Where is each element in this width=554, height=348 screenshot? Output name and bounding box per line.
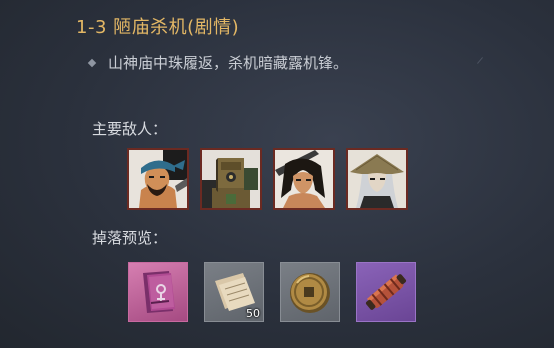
drop-item-2[interactable]: 50 bbox=[204, 262, 264, 322]
drop-item-1[interactable] bbox=[128, 262, 188, 322]
drops-label: 掉落预览： bbox=[92, 229, 168, 247]
drop-item-3[interactable] bbox=[280, 262, 340, 322]
straw-hat-assassin-portrait-icon bbox=[348, 150, 406, 208]
enemies-label: 主要敌人： bbox=[92, 120, 168, 138]
stage-description-text: 山神庙中珠履返，杀机暗藏露机锋。 bbox=[108, 54, 349, 72]
diamond-bullet-icon bbox=[88, 59, 96, 67]
drop-item-count: 50 bbox=[246, 307, 260, 320]
bronze-coin-icon bbox=[290, 273, 330, 313]
wooden-automaton-portrait-icon bbox=[202, 150, 260, 208]
bandana-brute-portrait-icon bbox=[129, 150, 187, 208]
drop-list: 50 bbox=[128, 262, 416, 322]
enemy-portrait-2[interactable] bbox=[200, 148, 262, 210]
enemy-list bbox=[127, 148, 408, 210]
decorative-stroke bbox=[477, 57, 483, 64]
stage-title: 1-3 陋庙杀机(剧情) bbox=[76, 17, 240, 38]
long-haired-swordsman-portrait-icon bbox=[275, 150, 333, 208]
drop-item-4[interactable] bbox=[356, 262, 416, 322]
purple-manual-book-icon bbox=[143, 271, 175, 313]
bamboo-scroll-icon bbox=[365, 274, 407, 310]
stage-description: 山神庙中珠履返，杀机暗藏露机锋。 bbox=[88, 52, 348, 73]
enemy-portrait-1[interactable] bbox=[127, 148, 189, 210]
enemy-portrait-4[interactable] bbox=[346, 148, 408, 210]
enemy-portrait-3[interactable] bbox=[273, 148, 335, 210]
